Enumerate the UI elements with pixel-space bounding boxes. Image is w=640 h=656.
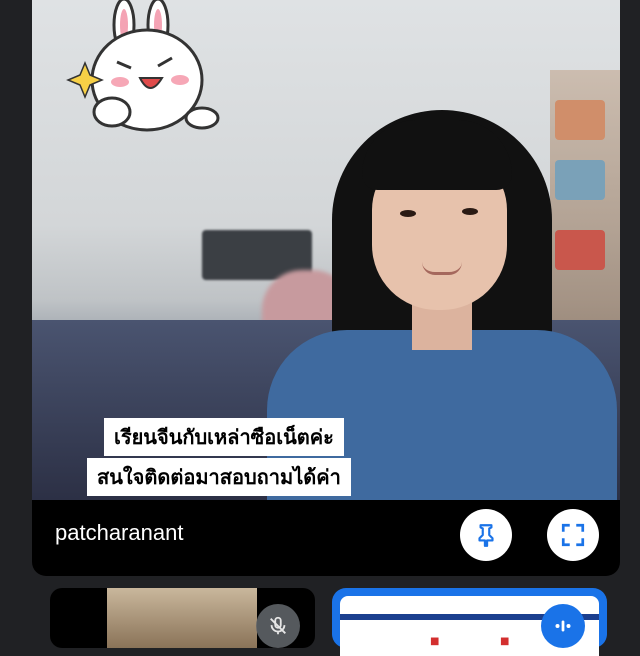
participant-name: patcharanant <box>55 520 184 545</box>
pin-icon <box>478 524 494 547</box>
pin-button[interactable] <box>460 509 512 561</box>
main-video-tile[interactable]: เรียนจีนกับเหล่าซือเน็ตค่ะ สนใจติดต่อมาส… <box>32 0 620 576</box>
caption-line-1: เรียนจีนกับเหล่าซือเน็ตค่ะ <box>104 418 344 456</box>
fullscreen-icon <box>561 523 585 547</box>
speaking-indicator-icon <box>555 620 571 632</box>
caption-line-2: สนใจติดต่อมาสอบถามได้ค่า <box>87 458 351 496</box>
fullscreen-button[interactable] <box>547 509 599 561</box>
speaking-indicator <box>541 604 585 648</box>
mic-off-indicator <box>256 604 300 648</box>
mic-off-icon <box>270 616 286 635</box>
thumbnail-video <box>107 588 257 648</box>
bunny-sticker-icon <box>66 0 220 132</box>
